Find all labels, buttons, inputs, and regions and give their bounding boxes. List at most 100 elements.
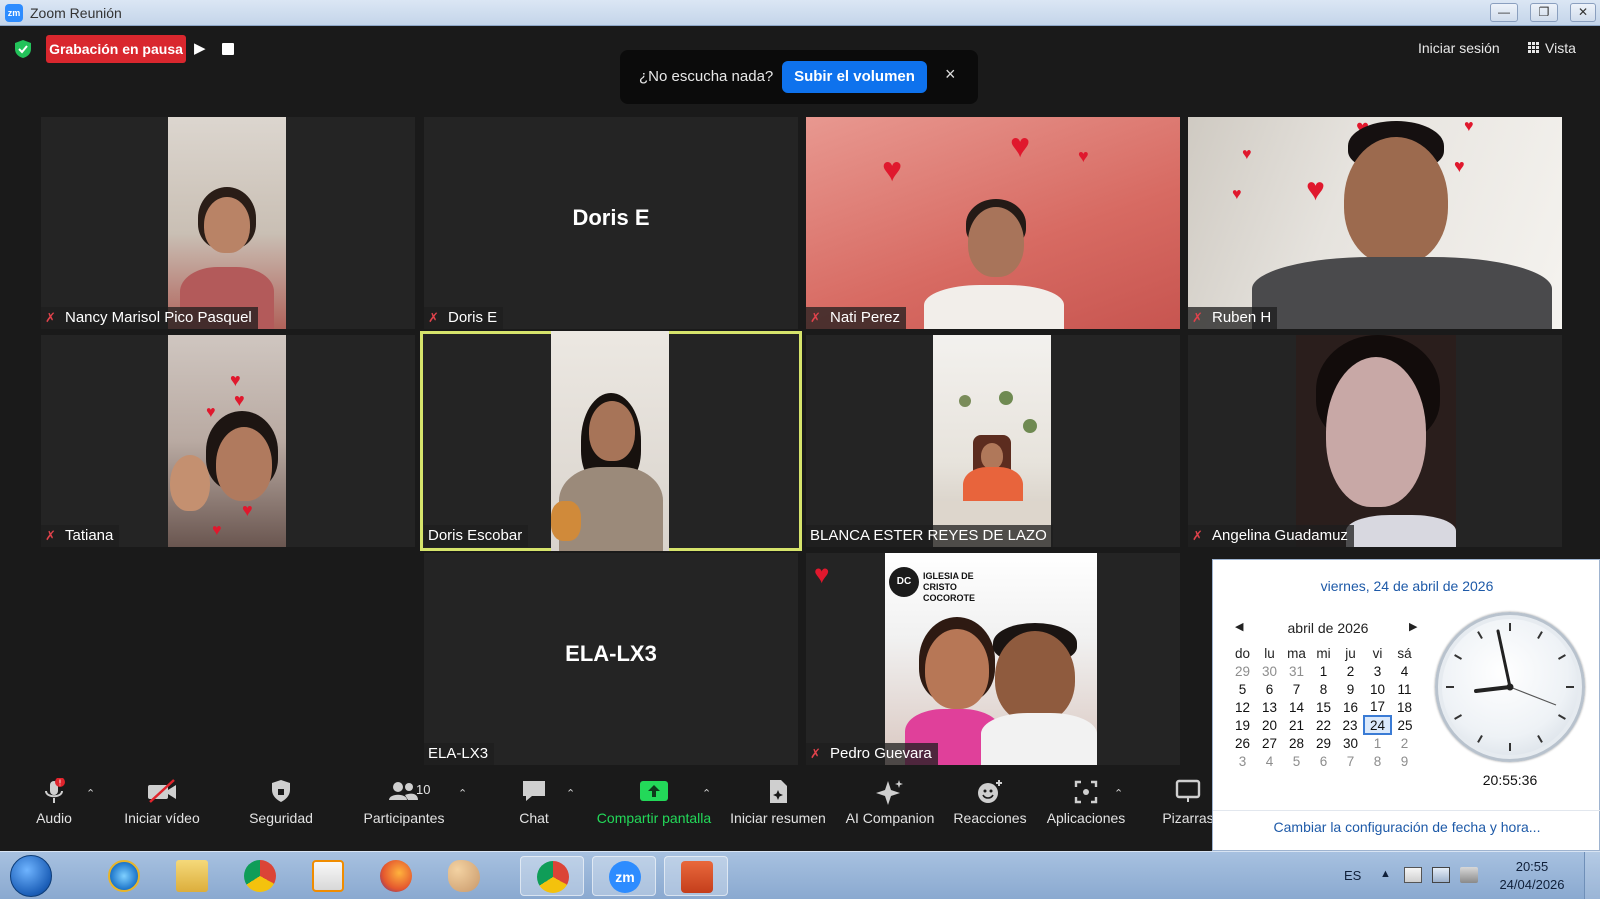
- taskbar-zoom-open[interactable]: zm: [592, 856, 656, 896]
- apps-options-caret-icon[interactable]: ⌃: [1114, 787, 1123, 800]
- change-date-time-settings-link[interactable]: Cambiar la configuración de fecha y hora…: [1213, 810, 1600, 835]
- calendar-day[interactable]: 7: [1337, 752, 1364, 770]
- calendar-day[interactable]: 4: [1256, 752, 1283, 770]
- view-button[interactable]: Vista: [1528, 40, 1576, 56]
- calendar-day[interactable]: 27: [1256, 734, 1283, 752]
- resume-recording-icon[interactable]: ▶: [194, 40, 212, 58]
- calendar-day[interactable]: 6: [1256, 680, 1283, 698]
- calendar-day[interactable]: 23: [1337, 716, 1364, 734]
- calendar-day[interactable]: 29: [1229, 662, 1256, 680]
- start-video-button[interactable]: Iniciar vídeo: [116, 771, 208, 837]
- maximize-button[interactable]: ❐: [1530, 3, 1558, 22]
- input-language-indicator[interactable]: ES: [1344, 868, 1361, 883]
- calendar-day[interactable]: 15: [1310, 698, 1337, 716]
- calendar-day[interactable]: 4: [1391, 662, 1418, 680]
- calendar-day[interactable]: 7: [1283, 680, 1310, 698]
- stop-recording-icon[interactable]: [222, 43, 234, 55]
- ai-companion-button[interactable]: AI Companion: [842, 771, 938, 837]
- video-tile[interactable]: ✗ Angelina Guadamuz: [1188, 335, 1562, 547]
- audio-button[interactable]: ! Audio: [18, 771, 90, 837]
- calendar-day[interactable]: 9: [1337, 680, 1364, 698]
- video-tile[interactable]: ♥ DC IGLESIA DE CRISTO COCOROTE ✗ Pedro G…: [806, 553, 1180, 765]
- participants-button[interactable]: 10 Participantes: [358, 771, 450, 837]
- calendar-day[interactable]: 17: [1364, 698, 1391, 716]
- raise-volume-button[interactable]: Subir el volumen: [782, 61, 927, 93]
- calendar-day[interactable]: 22: [1310, 716, 1337, 734]
- calendar-day[interactable]: 19: [1229, 716, 1256, 734]
- calendar-month-label[interactable]: abril de 2026: [1229, 620, 1427, 636]
- security-button[interactable]: Seguridad: [240, 771, 322, 837]
- apps-button[interactable]: Aplicaciones: [1042, 771, 1130, 837]
- whiteboards-button[interactable]: Pizarras: [1160, 771, 1216, 837]
- start-button-windows-icon[interactable]: [10, 855, 52, 897]
- share-screen-button[interactable]: Compartir pantalla: [592, 771, 716, 837]
- calendar-day[interactable]: 26: [1229, 734, 1256, 752]
- show-hidden-icons-chevron-icon[interactable]: ▲: [1380, 868, 1391, 880]
- video-tile[interactable]: Doris E ✗ Doris E: [424, 117, 798, 329]
- show-desktop-button[interactable]: [1584, 852, 1600, 899]
- taskbar-clock[interactable]: 20:55 24/04/2026: [1494, 858, 1570, 894]
- close-notice-icon[interactable]: ×: [945, 64, 956, 85]
- participants-options-caret-icon[interactable]: ⌃: [458, 787, 467, 800]
- video-tile[interactable]: BLANCA ESTER REYES DE LAZO: [806, 335, 1180, 547]
- calendar-day[interactable]: 25: [1391, 716, 1418, 734]
- calendar-day[interactable]: 12: [1229, 698, 1256, 716]
- sign-in-button[interactable]: Iniciar sesión: [1418, 40, 1500, 56]
- participant-name: ELA-LX3: [428, 745, 489, 762]
- calendar-day[interactable]: 2: [1391, 734, 1418, 752]
- taskbar-chrome[interactable]: [228, 856, 292, 896]
- calendar-day-today[interactable]: 24: [1363, 715, 1392, 735]
- calendar-day[interactable]: 5: [1283, 752, 1310, 770]
- encryption-shield-icon[interactable]: [14, 39, 32, 59]
- calendar-day[interactable]: 30: [1256, 662, 1283, 680]
- calendar-day[interactable]: 31: [1283, 662, 1310, 680]
- taskbar-firefox[interactable]: [364, 856, 428, 896]
- taskbar-internet-explorer[interactable]: [92, 856, 156, 896]
- close-window-button[interactable]: ✕: [1570, 3, 1596, 22]
- calendar-day[interactable]: 28: [1283, 734, 1310, 752]
- taskbar-powerpoint-open[interactable]: [664, 856, 728, 896]
- calendar-day[interactable]: 1: [1310, 662, 1337, 680]
- calendar-day[interactable]: 3: [1364, 662, 1391, 680]
- network-icon[interactable]: [1432, 867, 1450, 883]
- calendar-day[interactable]: 30: [1337, 734, 1364, 752]
- minimize-button[interactable]: —: [1490, 3, 1518, 22]
- calendar-day[interactable]: 8: [1310, 680, 1337, 698]
- video-tile[interactable]: ✗ Nancy Marisol Pico Pasquel: [41, 117, 415, 329]
- chat-button[interactable]: Chat: [500, 771, 568, 837]
- calendar-day[interactable]: 2: [1337, 662, 1364, 680]
- taskbar-file-explorer[interactable]: [160, 856, 224, 896]
- calendar-day[interactable]: 11: [1391, 680, 1418, 698]
- calendar-day[interactable]: 1: [1364, 734, 1391, 752]
- chat-options-caret-icon[interactable]: ⌃: [566, 787, 575, 800]
- calendar-day[interactable]: 29: [1310, 734, 1337, 752]
- audio-options-caret-icon[interactable]: ⌃: [86, 787, 95, 800]
- video-tile-active-speaker[interactable]: Doris Escobar: [420, 331, 802, 551]
- calendar-day[interactable]: 9: [1391, 752, 1418, 770]
- calendar-day[interactable]: 16: [1337, 698, 1364, 716]
- action-center-flag-icon[interactable]: [1404, 867, 1422, 883]
- next-month-icon[interactable]: ▶: [1409, 620, 1417, 633]
- video-tile[interactable]: ♥ ♥ ♥ ♥ ♥ ♥ ✗ Ruben H: [1188, 117, 1562, 329]
- calendar-day[interactable]: 18: [1391, 698, 1418, 716]
- calendar-day[interactable]: 5: [1229, 680, 1256, 698]
- video-tile[interactable]: ♥ ♥ ♥ ✗ Nati Perez: [806, 117, 1180, 329]
- taskbar-paint[interactable]: [432, 856, 496, 896]
- volume-muted-icon[interactable]: [1460, 867, 1478, 883]
- calendar-day[interactable]: 6: [1310, 752, 1337, 770]
- calendar-day[interactable]: 21: [1283, 716, 1310, 734]
- calendar-day[interactable]: 20: [1256, 716, 1283, 734]
- video-tile[interactable]: ♥ ♥ ♥ ♥ ♥ ✗ Tatiana: [41, 335, 415, 547]
- calendar-day[interactable]: 14: [1283, 698, 1310, 716]
- calendar-day[interactable]: 8: [1364, 752, 1391, 770]
- calendar-day[interactable]: 3: [1229, 752, 1256, 770]
- calendar-date-title[interactable]: viernes, 24 de abril de 2026: [1213, 578, 1600, 594]
- taskbar-media-player[interactable]: [296, 856, 360, 896]
- reactions-button[interactable]: Reacciones: [950, 771, 1030, 837]
- share-options-caret-icon[interactable]: ⌃: [702, 787, 711, 800]
- start-summary-button[interactable]: Iniciar resumen: [726, 771, 830, 837]
- calendar-day[interactable]: 13: [1256, 698, 1283, 716]
- taskbar-chrome-open[interactable]: [520, 856, 584, 896]
- calendar-day[interactable]: 10: [1364, 680, 1391, 698]
- video-tile[interactable]: ELA-LX3 ELA-LX3: [424, 553, 798, 765]
